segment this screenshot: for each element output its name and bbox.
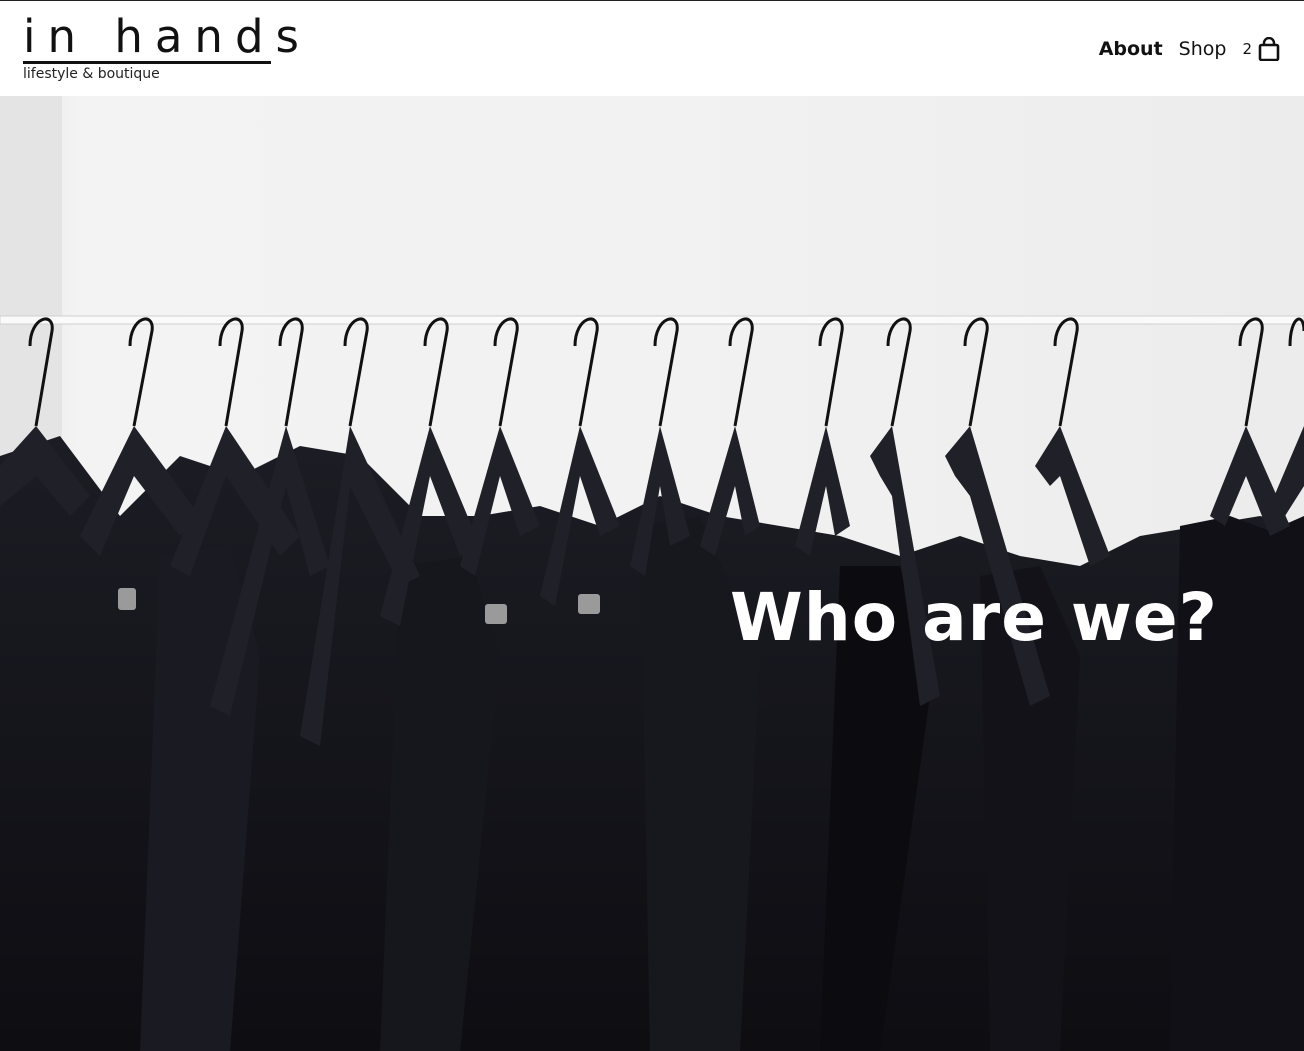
clothing-rack-photo: [0, 96, 1304, 1051]
page: in hands lifestyle & boutique About Shop…: [0, 0, 1304, 1051]
clothing-rail: [0, 315, 1304, 325]
main-nav: About Shop 2: [1099, 37, 1280, 61]
logo-subtitle: lifestyle & boutique: [23, 66, 160, 82]
shopping-bag-icon: [1258, 37, 1280, 61]
cart-count: 2: [1242, 40, 1252, 58]
nav-about-link[interactable]: About: [1099, 37, 1163, 61]
logo-title: in hands: [23, 10, 311, 64]
cart-link[interactable]: 2: [1242, 37, 1280, 61]
site-header: in hands lifestyle & boutique About Shop…: [0, 1, 1304, 96]
hero-section: Who are we?: [0, 96, 1304, 1051]
nav-shop-link[interactable]: Shop: [1179, 37, 1227, 61]
hero-heading: Who are we?: [730, 579, 1218, 656]
logo-link[interactable]: in hands lifestyle & boutique: [23, 10, 311, 82]
